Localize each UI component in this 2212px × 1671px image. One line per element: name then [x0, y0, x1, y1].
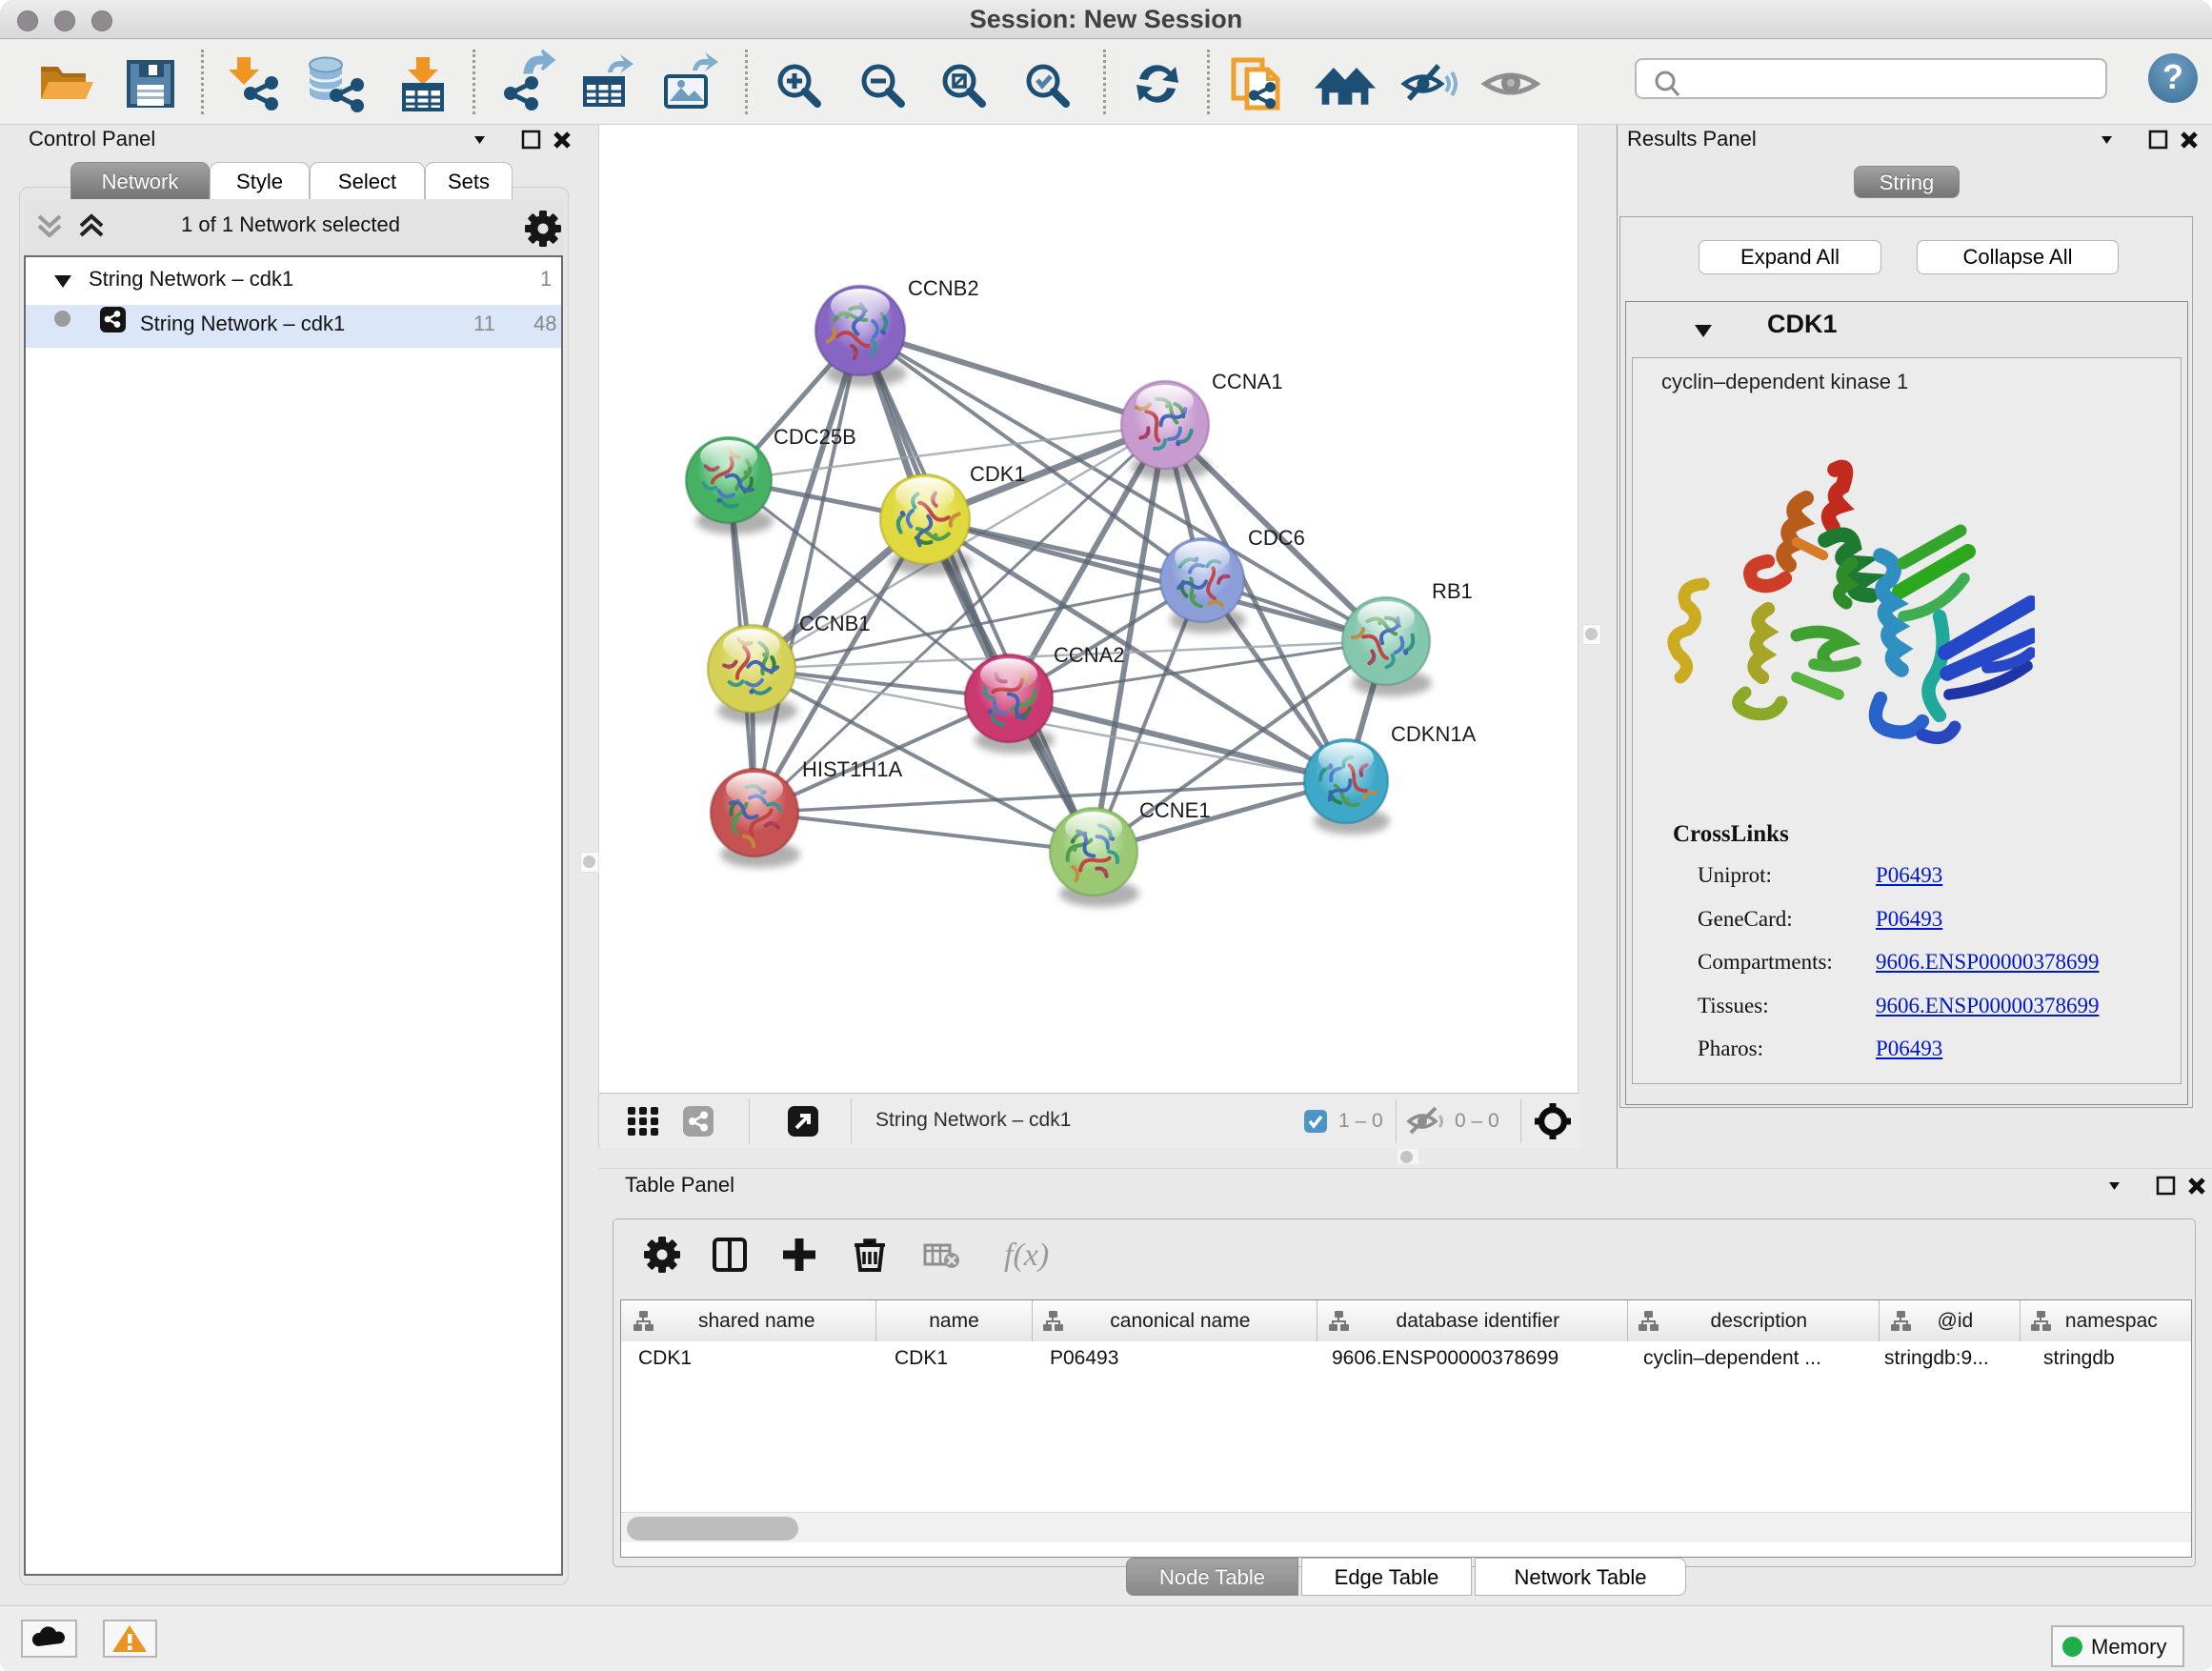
svg-text:CCNA2: CCNA2 — [1054, 643, 1125, 667]
svg-text:CDC25B: CDC25B — [774, 425, 856, 449]
svg-text:f(x): f(x) — [1004, 1238, 1049, 1273]
svg-text:CCNB1: CCNB1 — [799, 612, 871, 635]
svg-text:CCNA1: CCNA1 — [1212, 370, 1283, 393]
svg-text:CDK1: CDK1 — [970, 462, 1026, 486]
svg-text:CDKN1A: CDKN1A — [1391, 722, 1477, 746]
svg-text:CCNB2: CCNB2 — [908, 276, 979, 300]
svg-text:CCNE1: CCNE1 — [1139, 798, 1211, 822]
svg-text:RB1: RB1 — [1432, 579, 1473, 603]
svg-text:CDC6: CDC6 — [1248, 526, 1305, 550]
svg-text:HIST1H1A: HIST1H1A — [802, 757, 902, 781]
